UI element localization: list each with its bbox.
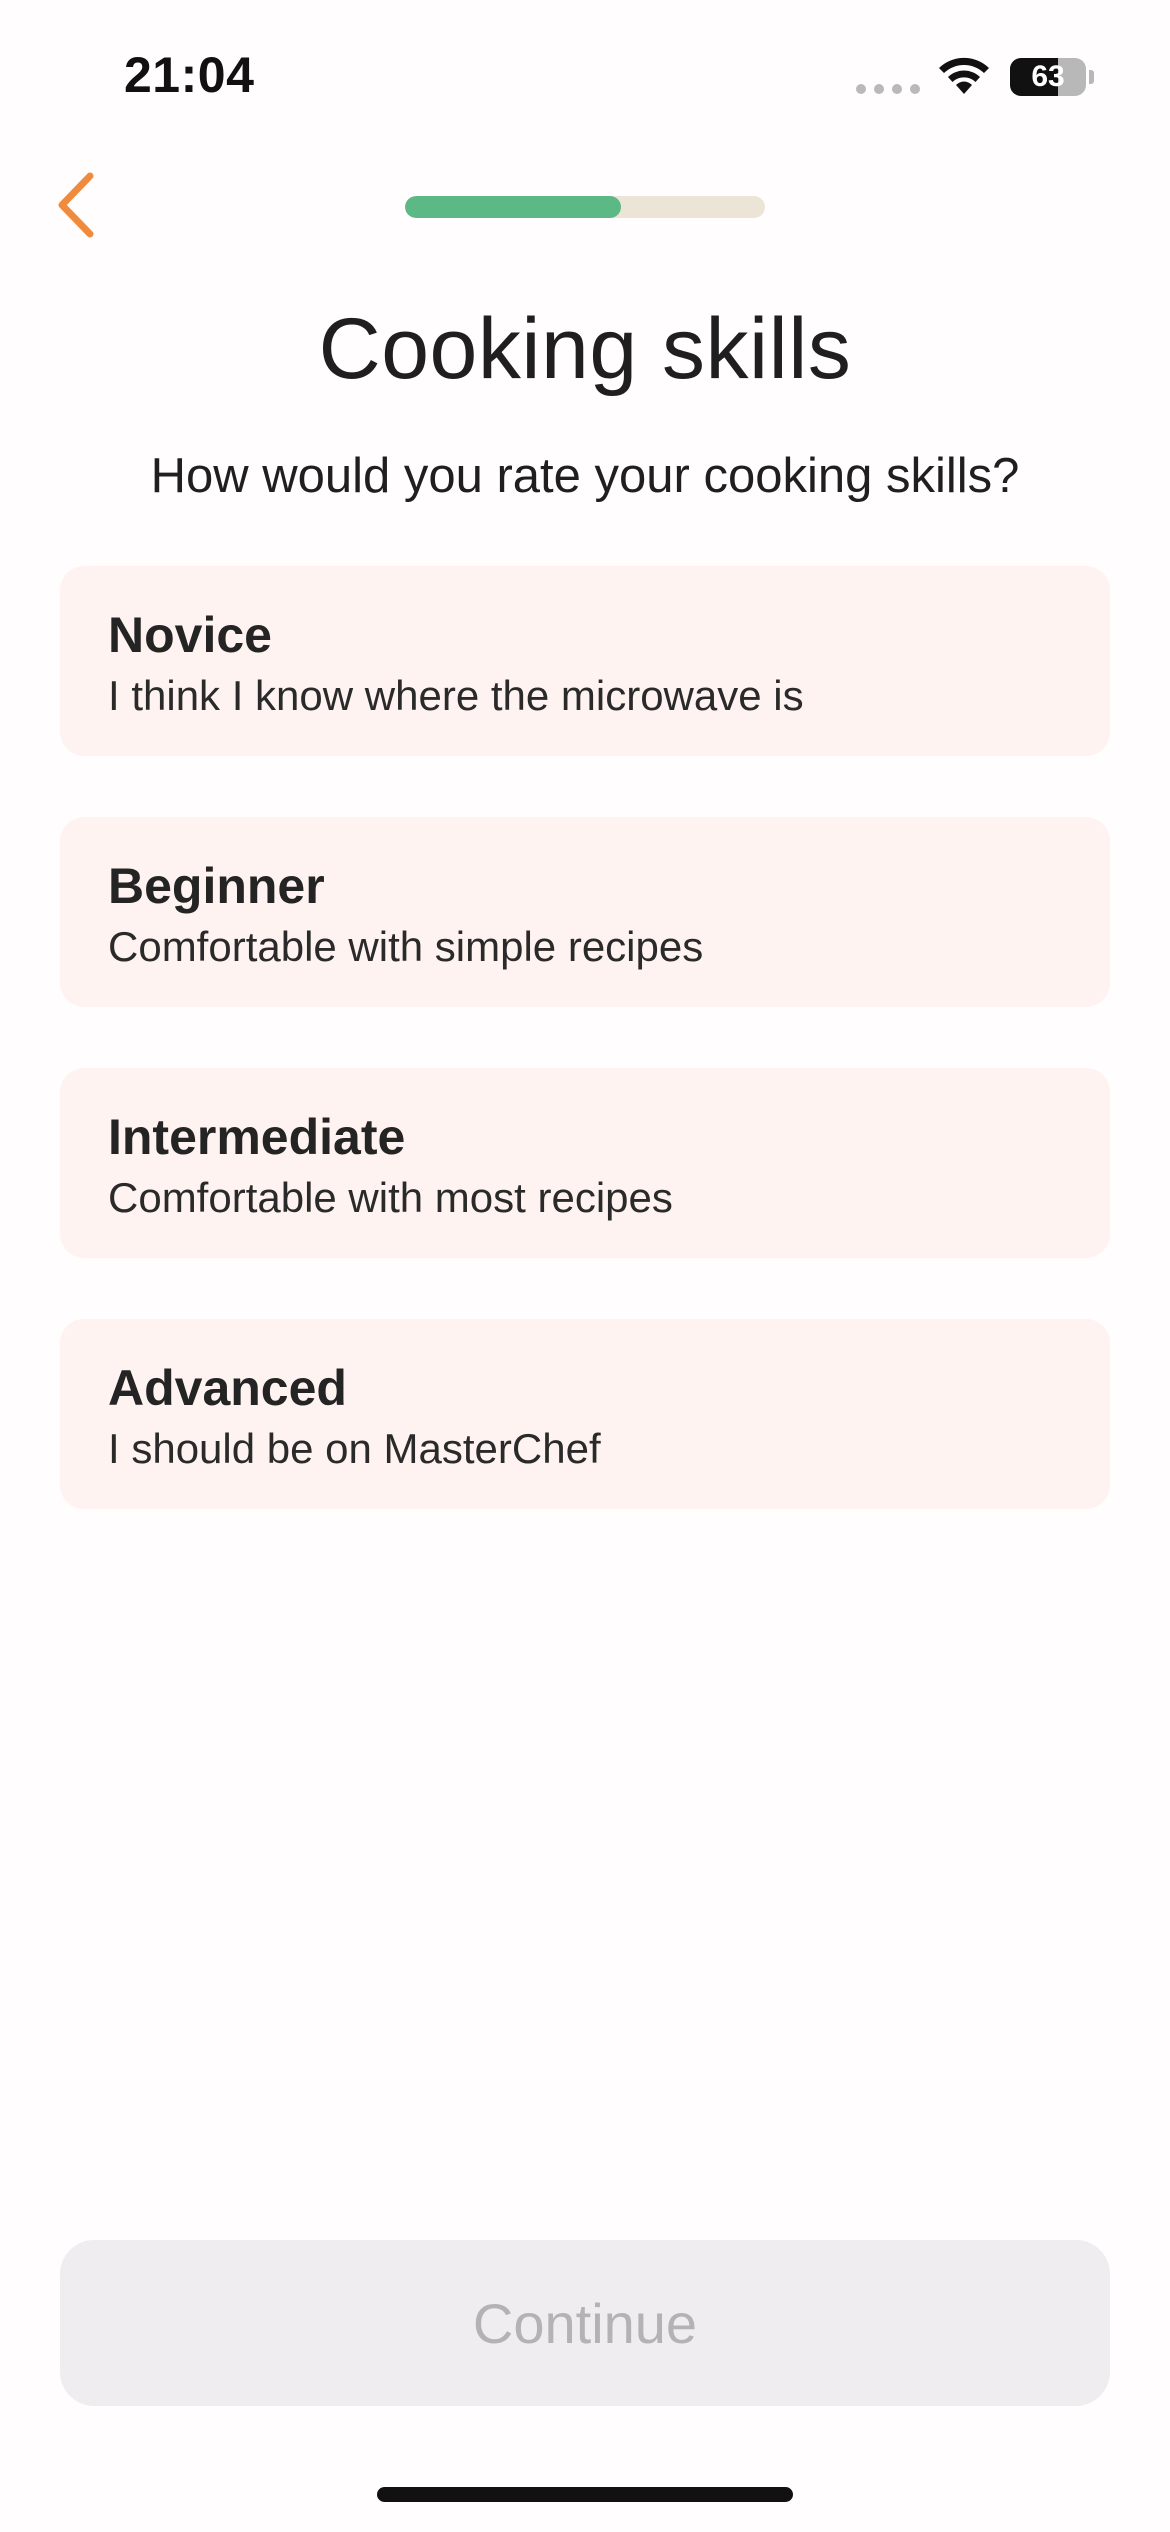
- chevron-left-icon: [58, 172, 94, 238]
- option-description: Comfortable with simple recipes: [108, 923, 704, 970]
- onboarding-screen: 21:04 63 Cooking skills How would you ra…: [0, 0, 1170, 2532]
- option-description: Comfortable with most recipes: [108, 1174, 673, 1221]
- progress-fill: [405, 196, 621, 218]
- option-novice[interactable]: Novice I think I know where the microwav…: [60, 566, 1110, 756]
- page-title: Cooking skills: [318, 301, 852, 397]
- option-description: I think I know where the microwave is: [108, 672, 804, 719]
- home-indicator[interactable]: [377, 2487, 793, 2502]
- option-beginner[interactable]: Beginner Comfortable with simple recipes: [60, 817, 1110, 1007]
- skill-options-list: Novice I think I know where the microwav…: [60, 566, 1110, 1570]
- status-time: 21:04: [124, 47, 255, 103]
- option-title: Intermediate: [108, 1109, 406, 1165]
- status-bar: 21:04 63: [0, 0, 1170, 150]
- progress-bar: [405, 196, 765, 218]
- battery-cap: [1089, 70, 1094, 84]
- option-title: Advanced: [108, 1360, 347, 1416]
- back-button[interactable]: [40, 160, 110, 250]
- option-intermediate[interactable]: Intermediate Comfortable with most recip…: [60, 1068, 1110, 1258]
- continue-button[interactable]: Continue: [60, 2240, 1110, 2406]
- option-title: Novice: [108, 607, 272, 663]
- option-title: Beginner: [108, 858, 325, 914]
- battery-icon: 63: [1010, 58, 1086, 96]
- page-subtitle: How would you rate your cooking skills?: [150, 449, 1020, 503]
- option-description: I should be on MasterChef: [108, 1425, 601, 1472]
- option-advanced[interactable]: Advanced I should be on MasterChef: [60, 1319, 1110, 1509]
- wifi-icon: [939, 57, 989, 94]
- battery-level: 63: [1031, 60, 1065, 93]
- cellular-signal-icon: [856, 84, 920, 94]
